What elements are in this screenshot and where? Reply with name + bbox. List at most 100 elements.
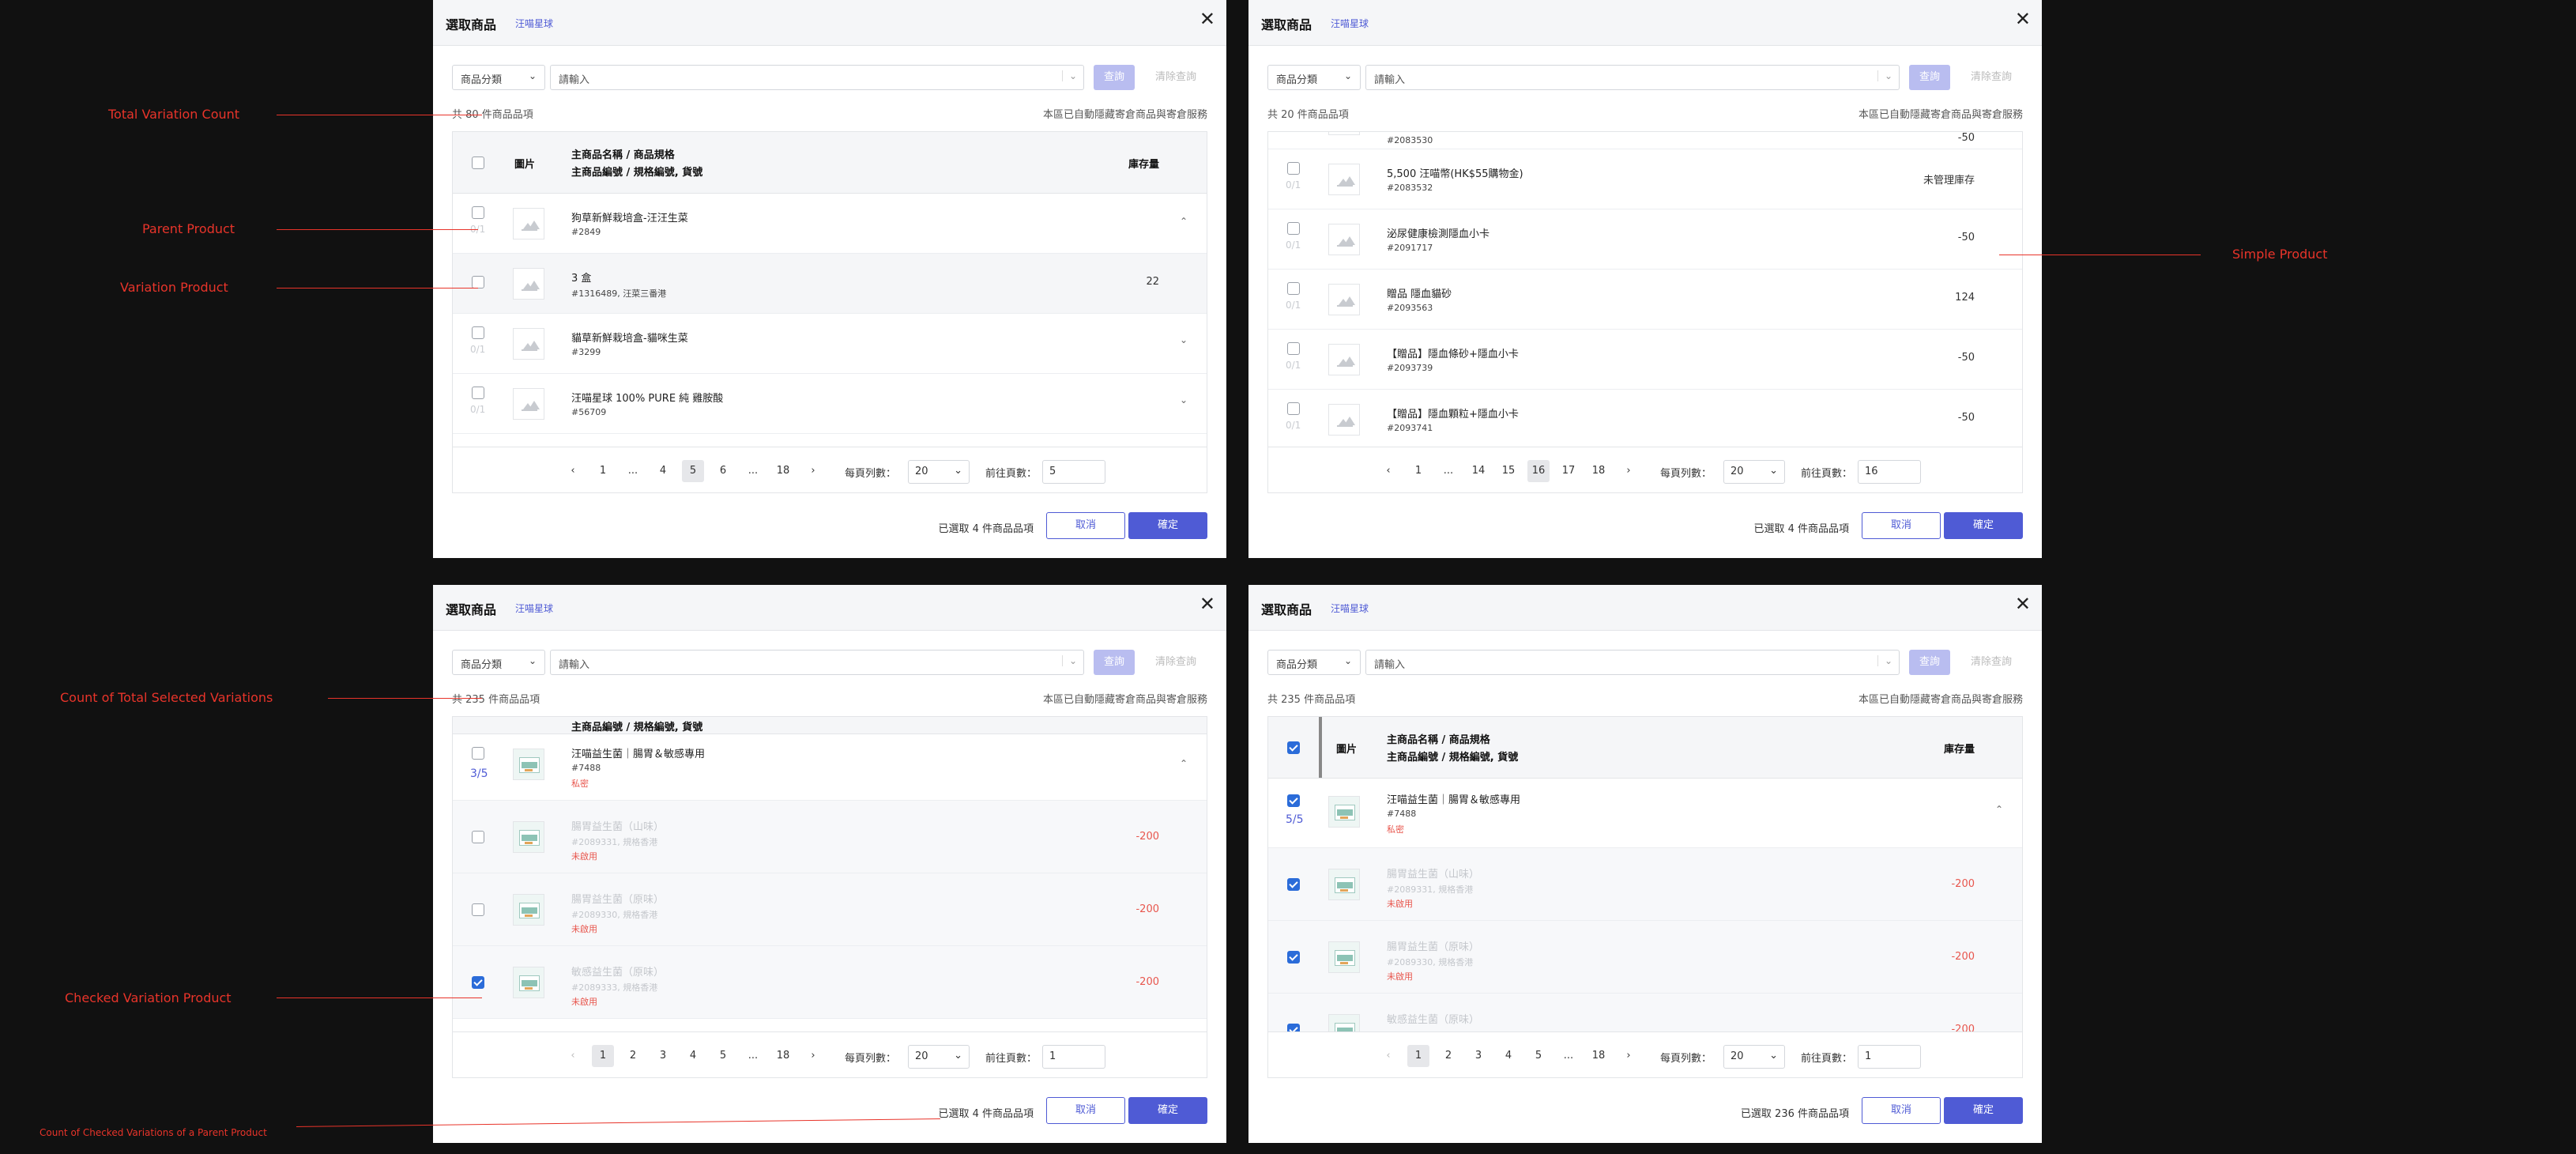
select-all-checkbox-checked[interactable] [1287,741,1300,754]
close-icon[interactable]: ✕ [2015,594,2031,613]
row-checkbox[interactable] [472,831,484,843]
page-button[interactable]: 1 [1407,460,1429,482]
clear-query-button[interactable]: 清除查詢 [1144,650,1207,675]
goto-page-input[interactable]: 16 [1858,460,1921,484]
page-button[interactable]: 3 [652,1045,674,1067]
variation-product-row[interactable]: 腸胃益生菌（山味） #2089331, 規格香港 未啟用 -200 [1268,848,2022,921]
per-page-select[interactable]: 20 ⌄ [908,460,970,484]
page-button[interactable]: 18 [772,460,794,482]
row-checkbox[interactable] [1287,162,1300,175]
select-all-checkbox[interactable] [472,157,484,169]
per-page-select[interactable]: 20 ⌄ [1723,460,1785,484]
prev-page-icon[interactable]: ‹ [1377,1045,1399,1067]
category-select[interactable]: 商品分類 ⌄ [452,65,545,90]
variation-product-row[interactable]: 腸胃益生菌（山味） #2089331, 規格香港 未啟用 -200 [453,801,1207,873]
variation-product-row[interactable]: 腸胃益生菌（原味） #2089330, 規格香港 未啟用 -200 [453,873,1207,946]
parent-product-row[interactable]: 0/1 貓草新鮮栽培盒-貓咪生菜 #3299 ⌄ [453,314,1207,374]
parent-product-row[interactable]: 3/5 汪喵益生菌｜腸胃＆敏感專用 #7488 私密 ⌃ [453,734,1207,801]
per-page-select[interactable]: 20 ⌄ [1723,1045,1785,1069]
confirm-button[interactable]: 確定 [1128,1097,1207,1124]
row-checkbox-checked[interactable] [1287,951,1300,964]
simple-product-row[interactable]: 0/1 【贈品】隱血顆粒+隱血小卡 #2093741 -50 [1268,390,2022,447]
page-button[interactable]: 17 [1557,460,1580,482]
simple-product-row[interactable]: #2083530 -50 [1268,132,2022,149]
category-select[interactable]: 商品分類 ⌄ [1267,65,1361,90]
prev-page-icon[interactable]: ‹ [1377,460,1399,482]
query-button[interactable]: 查詢 [1909,65,1950,90]
page-button[interactable]: 3 [1467,1045,1489,1067]
row-checkbox[interactable] [472,326,484,339]
page-button[interactable]: 4 [682,1045,704,1067]
close-icon[interactable]: ✕ [1199,9,1215,28]
cancel-button[interactable]: 取消 [1862,1097,1941,1124]
page-button-current[interactable]: 1 [1407,1045,1429,1067]
query-button[interactable]: 查詢 [1094,650,1135,675]
chevron-down-icon[interactable]: ⌄ [1180,394,1188,405]
page-button[interactable]: 5 [712,1045,734,1067]
clear-query-button[interactable]: 清除查詢 [1960,65,2023,90]
next-page-icon[interactable]: › [1618,460,1640,482]
row-checkbox[interactable] [472,387,484,399]
variation-product-row[interactable]: 敏感益生菌（原味） -200 [1268,994,2022,1031]
row-checkbox-checked[interactable] [1287,1024,1300,1031]
search-input[interactable]: 請輸入 ⌄ [1365,650,1900,675]
confirm-button[interactable]: 確定 [1944,1097,2023,1124]
row-checkbox[interactable] [1287,342,1300,355]
page-button[interactable]: 4 [652,460,674,482]
parent-product-row[interactable]: 5/5 汪喵益生菌｜腸胃＆敏感專用 #7488 私密 ⌃ [1268,779,2022,848]
goto-page-input[interactable]: 1 [1858,1045,1921,1069]
cancel-button[interactable]: 取消 [1862,512,1941,539]
variation-product-row[interactable]: 敏感益生菌（原味） #2089333, 規格香港 未啟用 -200 [453,946,1207,1019]
close-icon[interactable]: ✕ [1199,594,1215,613]
chevron-up-icon[interactable]: ⌃ [1180,758,1188,769]
chevron-up-icon[interactable]: ⌃ [1180,216,1188,227]
per-page-select[interactable]: 20 ⌄ [908,1045,970,1069]
page-button-current[interactable]: 1 [592,1045,614,1067]
row-checkbox[interactable] [472,276,484,288]
search-input[interactable]: 請輸入 ⌄ [550,650,1084,675]
page-button[interactable]: 18 [772,1045,794,1067]
query-button[interactable]: 查詢 [1909,650,1950,675]
confirm-button[interactable]: 確定 [1128,512,1207,539]
page-button-current[interactable]: 5 [682,460,704,482]
parent-product-row[interactable]: 0/1 汪喵星球 100% PURE 純 雞胺酸 #56709 ⌄ [453,374,1207,434]
row-checkbox[interactable] [1287,402,1300,415]
page-button[interactable]: 6 [712,460,734,482]
goto-page-input[interactable]: 1 [1042,1045,1105,1069]
next-page-icon[interactable]: › [802,460,824,482]
cancel-button[interactable]: 取消 [1046,1097,1125,1124]
row-checkbox[interactable] [1287,282,1300,295]
page-button[interactable]: 2 [1437,1045,1459,1067]
page-button[interactable]: 15 [1497,460,1520,482]
cancel-button[interactable]: 取消 [1046,512,1125,539]
query-button[interactable]: 查詢 [1094,65,1135,90]
page-button[interactable]: 18 [1587,1045,1610,1067]
search-input[interactable]: 請輸入 ⌄ [1365,65,1900,90]
close-icon[interactable]: ✕ [2015,9,2031,28]
row-checkbox[interactable] [1287,222,1300,235]
simple-product-row[interactable]: 0/1 泌尿健康檢測隱血小卡 #2091717 -50 [1268,209,2022,270]
page-button[interactable]: 14 [1467,460,1489,482]
page-button-current[interactable]: 16 [1527,460,1550,482]
parent-product-row[interactable]: 0/1 狗草新鮮栽培盒-汪汪生菜 #2849 ⌃ [453,194,1207,254]
row-checkbox[interactable] [472,747,484,760]
category-select[interactable]: 商品分類 ⌄ [1267,650,1361,675]
simple-product-row[interactable]: 0/1 贈品 隱血貓砂 #2093563 124 [1268,270,2022,330]
page-button[interactable]: 5 [1527,1045,1550,1067]
page-button[interactable]: 2 [622,1045,644,1067]
prev-page-icon[interactable]: ‹ [562,1045,584,1067]
goto-page-input[interactable]: 5 [1042,460,1105,484]
chevron-up-icon[interactable]: ⌃ [1995,804,2003,815]
category-select[interactable]: 商品分類 ⌄ [452,650,545,675]
search-input[interactable]: 請輸入 ⌄ [550,65,1084,90]
page-button[interactable]: 4 [1497,1045,1520,1067]
page-button[interactable]: 18 [1587,460,1610,482]
next-page-icon[interactable]: › [1618,1045,1640,1067]
prev-page-icon[interactable]: ‹ [562,460,584,482]
simple-product-row[interactable]: 0/1 【贈品】隱血條砂+隱血小卡 #2093739 -50 [1268,330,2022,390]
variation-product-row[interactable]: 腸胃益生菌（原味） #2089330, 規格香港 未啟用 -200 [1268,921,2022,994]
page-button[interactable]: 1 [592,460,614,482]
chevron-down-icon[interactable]: ⌄ [1180,334,1188,345]
clear-query-button[interactable]: 清除查詢 [1144,65,1207,90]
confirm-button[interactable]: 確定 [1944,512,2023,539]
